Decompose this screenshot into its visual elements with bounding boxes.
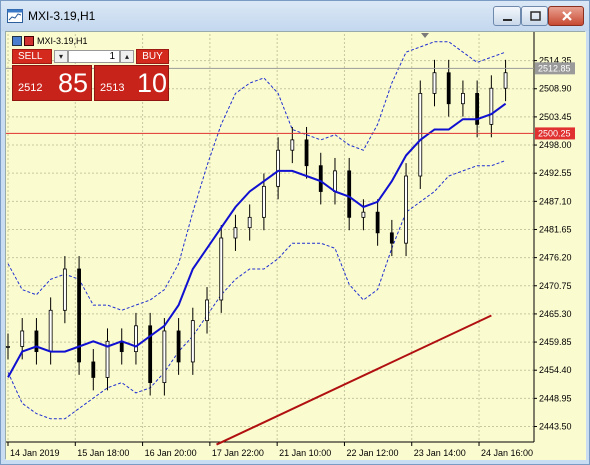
symbol-label-row: MXI-3.19,H1 — [12, 35, 88, 47]
candle-body — [62, 268, 67, 311]
candle-body — [489, 87, 494, 125]
candle-body — [404, 175, 408, 244]
candle-body — [119, 340, 124, 353]
price-axis-label: 2465.30 — [539, 309, 572, 319]
candle-body — [233, 227, 238, 239]
candle-body — [304, 139, 309, 167]
candle-body — [247, 216, 252, 229]
buy-price-pips: 10 — [137, 68, 168, 98]
chart-background — [6, 32, 586, 460]
price-axis-label: 2487.10 — [539, 196, 572, 206]
candle-body — [318, 165, 323, 192]
minimize-icon — [503, 19, 512, 21]
sell-price-pips: 85 — [58, 68, 89, 98]
candle-body — [205, 299, 209, 322]
price-axis-label: 2508.90 — [539, 84, 572, 94]
title-bar[interactable]: MXI-3.19,H1 — [1, 1, 589, 31]
candle-body — [91, 361, 96, 378]
candle-body — [6, 346, 10, 348]
price-axis-label: 2498.00 — [539, 140, 572, 150]
close-button[interactable] — [548, 6, 584, 26]
price-level-tag-label: 2500.25 — [538, 128, 571, 138]
sell-quote[interactable]: 2512 85 — [12, 65, 92, 101]
candle-body — [290, 139, 295, 151]
candle-body — [361, 211, 366, 218]
time-axis-label: 23 Jan 14:00 — [414, 448, 466, 458]
sell-button[interactable]: SELL — [12, 49, 52, 64]
candle-body — [20, 330, 25, 347]
candle-body — [190, 320, 195, 363]
lot-size-input[interactable]: 1 — [68, 50, 120, 63]
candle-body — [432, 72, 437, 94]
candle-body — [375, 211, 380, 234]
candle-body — [333, 170, 337, 192]
price-axis-label: 2454.40 — [539, 365, 572, 375]
candle-body — [276, 149, 281, 187]
candle-body — [503, 72, 508, 89]
candle-body — [418, 92, 423, 177]
candle-body — [446, 72, 451, 105]
minimize-button[interactable] — [493, 6, 521, 26]
price-axis-label: 2443.50 — [539, 422, 572, 432]
terminal-window: MXI-3.19,H1 2514.35 2508.90 2503.45 2498.00… — [0, 0, 590, 465]
window-title: MXI-3.19,H1 — [28, 9, 96, 23]
price-axis-label: 2459.85 — [539, 337, 572, 347]
time-axis-label: 21 Jan 10:00 — [279, 448, 331, 458]
candle-body — [261, 185, 266, 218]
price-axis-label: 2476.20 — [539, 253, 572, 263]
lot-increase-button[interactable]: ▴ — [120, 50, 134, 63]
time-axis-label: 17 Jan 22:00 — [212, 448, 264, 458]
buy-button[interactable]: BUY — [136, 49, 169, 64]
time-axis-label: 14 Jan 2019 — [10, 448, 60, 458]
candle-body — [347, 170, 352, 218]
one-click-trading-icon[interactable] — [12, 36, 34, 46]
symbol-label: MXI-3.19,H1 — [37, 36, 88, 46]
lot-decrease-button[interactable]: ▾ — [54, 50, 68, 63]
candle-body — [176, 330, 181, 363]
candle-body — [389, 232, 394, 244]
chart-area[interactable]: 2514.35 2508.90 2503.45 2498.00 2492.55 2487.… — [5, 31, 586, 460]
candle-body — [77, 268, 81, 363]
close-icon — [562, 11, 572, 21]
candle-body — [134, 325, 138, 353]
maximize-button[interactable] — [521, 6, 548, 26]
price-axis-label: 2503.45 — [539, 112, 572, 122]
sell-price-prefix: 2512 — [18, 82, 43, 94]
candle-body — [48, 309, 53, 353]
chart-window-icon — [7, 9, 23, 23]
time-axis-label: 22 Jan 12:00 — [346, 448, 398, 458]
time-axis-label: 16 Jan 20:00 — [145, 448, 197, 458]
candle-body — [162, 330, 167, 384]
buy-quote[interactable]: 2513 10 — [94, 65, 169, 101]
current-price-tag-label: 2512.85 — [538, 63, 571, 73]
candle-body — [461, 92, 465, 105]
price-axis-label: 2470.75 — [539, 281, 572, 291]
maximize-icon — [530, 11, 541, 21]
time-axis-label: 24 Jan 16:00 — [481, 448, 533, 458]
price-chart[interactable]: 2514.352508.902503.452498.002492.552487.… — [6, 32, 586, 460]
price-axis-label: 2481.65 — [539, 224, 572, 234]
price-axis-label: 2448.95 — [539, 393, 572, 403]
price-axis-label: 2492.55 — [539, 168, 572, 178]
time-axis-label: 15 Jan 18:00 — [77, 448, 129, 458]
candle-body — [34, 330, 39, 353]
candle-body — [219, 237, 224, 301]
buy-price-prefix: 2513 — [100, 82, 125, 94]
